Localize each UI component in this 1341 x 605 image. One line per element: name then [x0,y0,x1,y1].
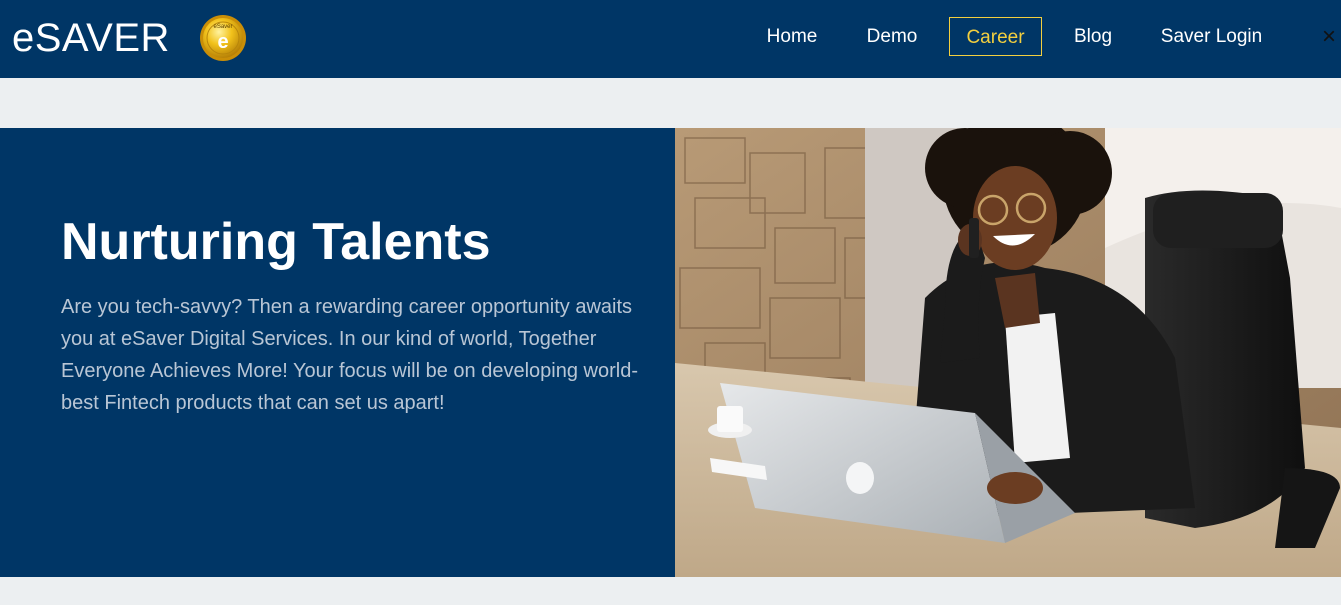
nav-career[interactable]: Career [949,17,1042,56]
nav-saver-login[interactable]: Saver Login [1150,17,1273,56]
nav-demo[interactable]: Demo [852,17,932,56]
hero-title: Nurturing Talents [61,213,491,271]
office-woman-laptop-photo [675,128,1341,577]
hero-text-panel: Nurturing Talents Are you tech-savvy? Th… [0,128,675,577]
nav-blog[interactable]: Blog [1058,17,1128,56]
logo-letter: e [217,31,228,53]
close-icon[interactable]: × [1322,22,1341,52]
hero-description: Are you tech-savvy? Then a rewarding car… [61,296,638,414]
top-navbar: eSAVER eSaver e Home Demo Career Blog Sa… [0,0,1341,78]
logo-small-text: eSaver [213,24,232,30]
brand-name[interactable]: eSAVER [12,14,170,62]
esaver-coin-logo-icon[interactable]: eSaver e [199,14,247,62]
nav-home[interactable]: Home [752,17,832,56]
